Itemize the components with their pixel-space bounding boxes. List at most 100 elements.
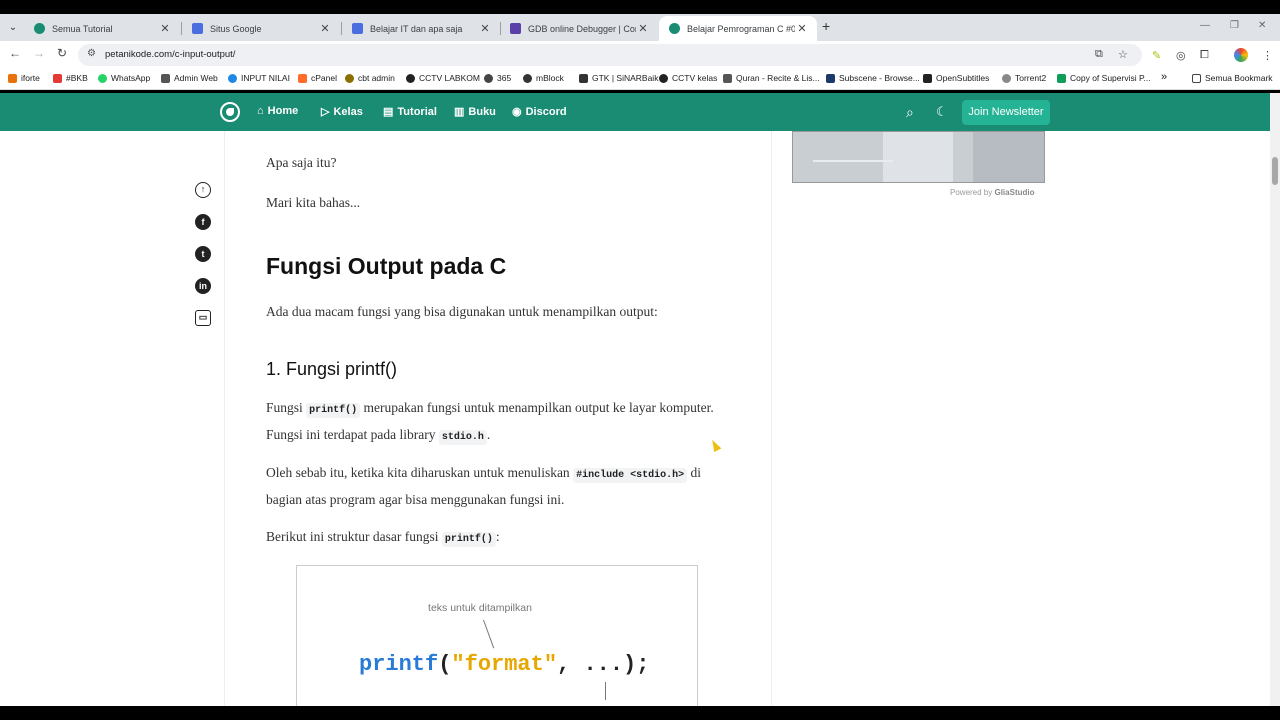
reload-icon[interactable]: ↻	[57, 46, 67, 60]
torrent-icon	[1002, 73, 1011, 83]
twitter-icon[interactable]: t	[195, 246, 211, 262]
sidebar-video-ad[interactable]	[792, 131, 1045, 183]
paragraph: Ada dua macam fungsi yang bisa digunakan…	[266, 304, 658, 319]
screen-bezel-top	[0, 0, 1280, 14]
back-icon[interactable]: ←	[9, 46, 21, 60]
bookmark-item[interactable]: cbt admin	[345, 73, 395, 83]
scrollbar-thumb[interactable]	[1272, 157, 1278, 185]
powered-by-label: Powered by GliaStudio	[950, 188, 1034, 197]
back-to-top-icon[interactable]: ↑	[195, 182, 211, 198]
bookmark-label: WhatsApp	[111, 73, 151, 83]
search-icon[interactable]: ⌕	[906, 104, 914, 121]
bookmark-item[interactable]: CCTV kelas	[659, 73, 717, 83]
bookmark-label: 365	[497, 73, 512, 83]
comments-icon[interactable]: ▭	[195, 310, 211, 326]
close-icon[interactable]: ✕	[795, 22, 809, 35]
bookmark-star-icon[interactable]: ☆	[1118, 48, 1128, 61]
nav-discord[interactable]: ◉ Discord	[512, 105, 567, 119]
bookmark-item[interactable]: Admin Web	[161, 73, 218, 83]
url-text[interactable]: petanikode.com/c-input-output/	[105, 49, 235, 60]
window-close-icon[interactable]: ✕	[1258, 20, 1266, 31]
bookmark-item[interactable]: INPUT NILAI	[228, 73, 290, 83]
bookmark-item[interactable]: cPanel	[298, 73, 337, 83]
extension-icon[interactable]: ◎	[1176, 49, 1186, 62]
nav-kelas[interactable]: ▷ Kelas	[321, 105, 363, 119]
nav-label: Home	[267, 105, 299, 117]
paren: (	[438, 652, 452, 677]
bookmark-item[interactable]: mBlock	[523, 73, 564, 83]
bookmark-item[interactable]: Subscene - Browse...	[826, 73, 920, 83]
bookmark-item[interactable]: Quran - Recite & Lis...	[723, 73, 820, 83]
close-icon[interactable]: ✕	[636, 22, 650, 35]
overflow-chevron: »	[1161, 71, 1168, 83]
args: , ...);	[557, 652, 650, 677]
tab-title: Situs Google	[210, 23, 262, 34]
extensions-puzzle-icon[interactable]: ⧠	[1200, 49, 1209, 62]
bookmark-item[interactable]: GTK | SiNARBaik	[579, 73, 658, 83]
bookmark-label: Copy of Supervisi P...	[1070, 73, 1151, 83]
close-icon[interactable]: ✕	[478, 22, 492, 35]
camera-icon	[406, 73, 415, 83]
bookmark-item[interactable]: 365	[484, 73, 511, 83]
content-divider	[224, 131, 225, 706]
bookmark-favicon-icon	[579, 73, 588, 83]
petanikode-logo[interactable]	[220, 102, 240, 122]
tab-search-icon[interactable]: ⌄	[4, 19, 22, 37]
tab-belajar-pemrograman-c[interactable]: Belajar Pemrograman C #04: M ✕	[659, 16, 817, 41]
bookmark-item[interactable]: CCTV LABKOM	[406, 73, 480, 83]
bookmark-item[interactable]: #BKB	[53, 73, 88, 83]
book-icon: ▥	[454, 106, 465, 118]
bookmarks-overflow-icon[interactable]: »	[1161, 71, 1167, 83]
nav-tutorial[interactable]: ▤ Tutorial	[383, 105, 437, 119]
tab-situs-google[interactable]: Situs Google ✕	[182, 16, 340, 41]
bookmark-item[interactable]: WhatsApp	[98, 73, 150, 83]
nav-buku[interactable]: ▥ Buku	[454, 105, 496, 119]
whatsapp-icon	[98, 73, 107, 83]
install-app-icon[interactable]: ⧉	[1095, 48, 1103, 61]
nav-label: Discord	[525, 105, 567, 118]
menu-kebab-icon[interactable]: ⋮	[1262, 49, 1273, 62]
bookmark-item[interactable]: Torrent2	[1002, 73, 1046, 83]
function-name: printf	[359, 652, 439, 677]
powered-brand[interactable]: GliaStudio	[994, 188, 1034, 197]
printf-structure-diagram: teks untuk ditampilkan printf("format", …	[296, 565, 698, 706]
bookmark-item[interactable]: iforte	[8, 73, 40, 83]
dark-mode-icon[interactable]: ☾	[936, 104, 948, 120]
youtube-icon	[53, 73, 62, 83]
minimize-icon[interactable]: —	[1200, 20, 1210, 31]
extension-icon[interactable]: ✎	[1152, 49, 1161, 62]
page-scrollbar[interactable]	[1270, 93, 1280, 706]
bookmark-favicon-icon	[8, 73, 17, 83]
nav-home[interactable]: ⌂ Home	[257, 105, 298, 117]
globe-icon	[484, 73, 493, 83]
teal-circle-icon	[669, 23, 680, 34]
profile-avatar[interactable]	[1234, 48, 1248, 62]
diagram-annotation: teks untuk ditampilkan	[428, 602, 532, 614]
bookmark-item[interactable]: OpenSubtitles	[923, 73, 989, 83]
bookmark-label: OpenSubtitles	[936, 73, 990, 83]
sheets-icon	[1057, 73, 1066, 83]
tab-gdb-online[interactable]: GDB online Debugger | Compile ✕	[500, 16, 658, 41]
paragraph: Mari kita bahas...	[266, 195, 361, 210]
inline-code: printf()	[441, 532, 496, 547]
tab-belajar-it[interactable]: Belajar IT dan apa saja ✕	[342, 16, 500, 41]
new-tab-button[interactable]: +	[822, 18, 830, 34]
linkedin-icon[interactable]: in	[195, 278, 211, 294]
nav-label: Buku	[468, 105, 496, 118]
section-heading: Fungsi Output pada C	[266, 253, 507, 279]
bookmark-item[interactable]: Copy of Supervisi P...	[1057, 73, 1151, 83]
close-icon[interactable]: ✕	[158, 22, 172, 35]
address-bar[interactable]: ⚙ petanikode.com/c-input-output/ ⧉ ☆	[78, 44, 1142, 66]
join-newsletter-button[interactable]: Join Newsletter	[962, 100, 1050, 125]
bookmark-label: mBlock	[536, 73, 564, 83]
forward-icon[interactable]: →	[33, 46, 45, 60]
restore-icon[interactable]: ❐	[1230, 20, 1239, 31]
bookmark-favicon-icon	[345, 73, 354, 83]
facebook-icon[interactable]: f	[195, 214, 211, 230]
all-bookmarks-folder[interactable]: Semua Bookmark	[1192, 73, 1273, 83]
tab-semua-tutorial[interactable]: Semua Tutorial ✕	[24, 16, 180, 41]
gdb-icon	[510, 23, 521, 34]
paragraph: Berikut ini struktur dasar fungsi printf…	[266, 525, 736, 552]
site-info-icon[interactable]: ⚙	[87, 48, 96, 59]
close-icon[interactable]: ✕	[318, 22, 332, 35]
